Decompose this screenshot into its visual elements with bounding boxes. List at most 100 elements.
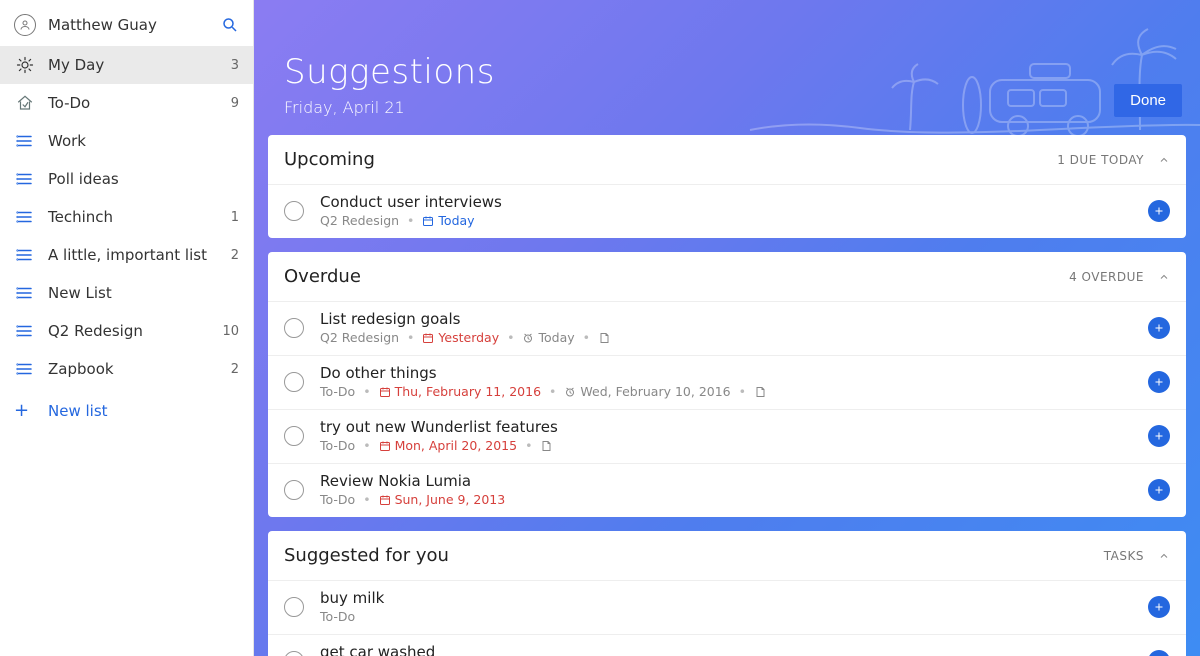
main-panel: Suggestions Friday, April 21 Done Upcomi… [254, 0, 1200, 656]
sidebar-item-count: 2 [225, 248, 239, 263]
task-body: Review Nokia Lumia To-Do Sun, June 9, 2013 [320, 472, 1148, 507]
task-title: get car washed [320, 643, 1148, 656]
sun-icon [14, 56, 36, 74]
add-to-my-day-button[interactable] [1148, 650, 1170, 656]
sidebar-item-new-list[interactable]: New List [0, 274, 253, 312]
task-body: List redesign goalsQ2 RedesignYesterdayT… [320, 310, 1148, 345]
page-header: Suggestions Friday, April 21 Done [254, 0, 1200, 135]
sidebar-item-label: Zapbook [48, 360, 225, 378]
task-title: Conduct user interviews [320, 193, 1148, 211]
new-list-button[interactable]: + New list [0, 388, 253, 433]
separator [739, 384, 746, 399]
sidebar-list: My Day3To-Do9WorkPoll ideasTechinch1A li… [0, 46, 253, 388]
add-to-my-day-button[interactable] [1148, 371, 1170, 393]
sidebar-item-work[interactable]: Work [0, 122, 253, 160]
task-list: To-Do [320, 609, 355, 624]
search-icon[interactable] [221, 16, 239, 34]
section-header[interactable]: Overdue4 OVERDUE [268, 252, 1186, 301]
task-body: get car washedTo-Do [320, 643, 1148, 656]
section-overdue: Overdue4 OVERDUE List redesign goalsQ2 Re… [268, 252, 1186, 517]
task-row[interactable]: try out new Wunderlist featuresTo-DoMon,… [268, 409, 1186, 463]
home-icon [14, 94, 36, 112]
sidebar-item-count: 3 [225, 58, 239, 73]
complete-checkbox[interactable] [284, 372, 304, 392]
account-header[interactable]: Matthew Guay [0, 4, 253, 46]
add-to-my-day-button[interactable] [1148, 479, 1170, 501]
complete-checkbox[interactable] [284, 651, 304, 656]
task-body: Do other things To-Do Thu, February 11, 20… [320, 364, 1148, 399]
task-row[interactable]: Do other things To-Do Thu, February 11, 20… [268, 355, 1186, 409]
sections: Upcoming1 DUE TODAYConduct user intervie… [254, 135, 1200, 656]
task-row[interactable]: Review Nokia Lumia To-Do Sun, June 9, 2013 [268, 463, 1186, 517]
sidebar-item-label: To-Do [48, 94, 225, 112]
separator [507, 330, 514, 345]
task-list: To-Do [320, 384, 355, 399]
section-suggested: Suggested for youTASKSbuy milkTo-Doget c… [268, 531, 1186, 656]
sidebar-item-techinch[interactable]: Techinch1 [0, 198, 253, 236]
sidebar-item-count: 10 [222, 324, 239, 339]
chevron-up-icon [1158, 550, 1170, 562]
chevron-up-icon [1158, 154, 1170, 166]
task-row[interactable]: get car washedTo-Do [268, 634, 1186, 656]
section-header[interactable]: Upcoming1 DUE TODAY [268, 135, 1186, 184]
sidebar-item-to-do[interactable]: To-Do9 [0, 84, 253, 122]
sidebar-item-my-day[interactable]: My Day3 [0, 46, 253, 84]
section-upcoming: Upcoming1 DUE TODAYConduct user intervie… [268, 135, 1186, 238]
sidebar-item-poll-ideas[interactable]: Poll ideas [0, 160, 253, 198]
add-to-my-day-button[interactable] [1148, 200, 1170, 222]
list-icon [14, 284, 36, 302]
due-date: Sun, June 9, 2013 [379, 492, 506, 507]
task-title: List redesign goals [320, 310, 1148, 328]
complete-checkbox[interactable] [284, 480, 304, 500]
task-row[interactable]: List redesign goalsQ2 RedesignYesterdayT… [268, 301, 1186, 355]
separator [549, 384, 556, 399]
sidebar-item-count: 1 [225, 210, 239, 225]
plus-icon: + [14, 400, 36, 421]
sidebar-item-label: New List [48, 284, 225, 302]
reminder: Today [522, 330, 574, 345]
chevron-up-icon [1158, 271, 1170, 283]
task-title: Review Nokia Lumia [320, 472, 1148, 490]
avatar [14, 14, 36, 36]
section-meta: 4 OVERDUE [1069, 270, 1144, 284]
complete-checkbox[interactable] [284, 201, 304, 221]
add-to-my-day-button[interactable] [1148, 317, 1170, 339]
sidebar-item-label: Poll ideas [48, 170, 225, 188]
username: Matthew Guay [48, 16, 221, 34]
complete-checkbox[interactable] [284, 318, 304, 338]
section-title: Suggested for you [284, 545, 1104, 566]
sidebar-item-q2-redesign[interactable]: Q2 Redesign10 [0, 312, 253, 350]
sidebar: Matthew Guay My Day3To-Do9WorkPoll ideas… [0, 0, 254, 656]
complete-checkbox[interactable] [284, 426, 304, 446]
task-row[interactable]: Conduct user interviewsQ2 RedesignToday [268, 184, 1186, 238]
task-title: Do other things [320, 364, 1148, 382]
separator [407, 213, 414, 228]
sidebar-item-count: 2 [225, 362, 239, 377]
due-date: Thu, February 11, 2016 [379, 384, 541, 399]
sidebar-item-count: 9 [225, 96, 239, 111]
due-date: Today [422, 213, 474, 228]
sidebar-item-label: Techinch [48, 208, 225, 226]
sidebar-item-label: My Day [48, 56, 225, 74]
list-icon [14, 208, 36, 226]
sidebar-item-a-little-important-list[interactable]: A little, important list2 [0, 236, 253, 274]
note-icon [598, 332, 610, 344]
page-title: Suggestions [284, 52, 1170, 92]
sidebar-item-zapbook[interactable]: Zapbook2 [0, 350, 253, 388]
section-header[interactable]: Suggested for youTASKS [268, 531, 1186, 580]
section-meta: TASKS [1104, 549, 1144, 563]
note-icon [540, 440, 552, 452]
task-row[interactable]: buy milkTo-Do [268, 580, 1186, 634]
task-list: To-Do [320, 492, 355, 507]
section-title: Overdue [284, 266, 1069, 287]
list-icon [14, 360, 36, 378]
section-title: Upcoming [284, 149, 1057, 170]
add-to-my-day-button[interactable] [1148, 425, 1170, 447]
reminder: Wed, February 10, 2016 [564, 384, 730, 399]
done-button[interactable]: Done [1114, 84, 1182, 117]
add-to-my-day-button[interactable] [1148, 596, 1170, 618]
list-icon [14, 246, 36, 264]
list-icon [14, 132, 36, 150]
complete-checkbox[interactable] [284, 597, 304, 617]
separator [583, 330, 590, 345]
